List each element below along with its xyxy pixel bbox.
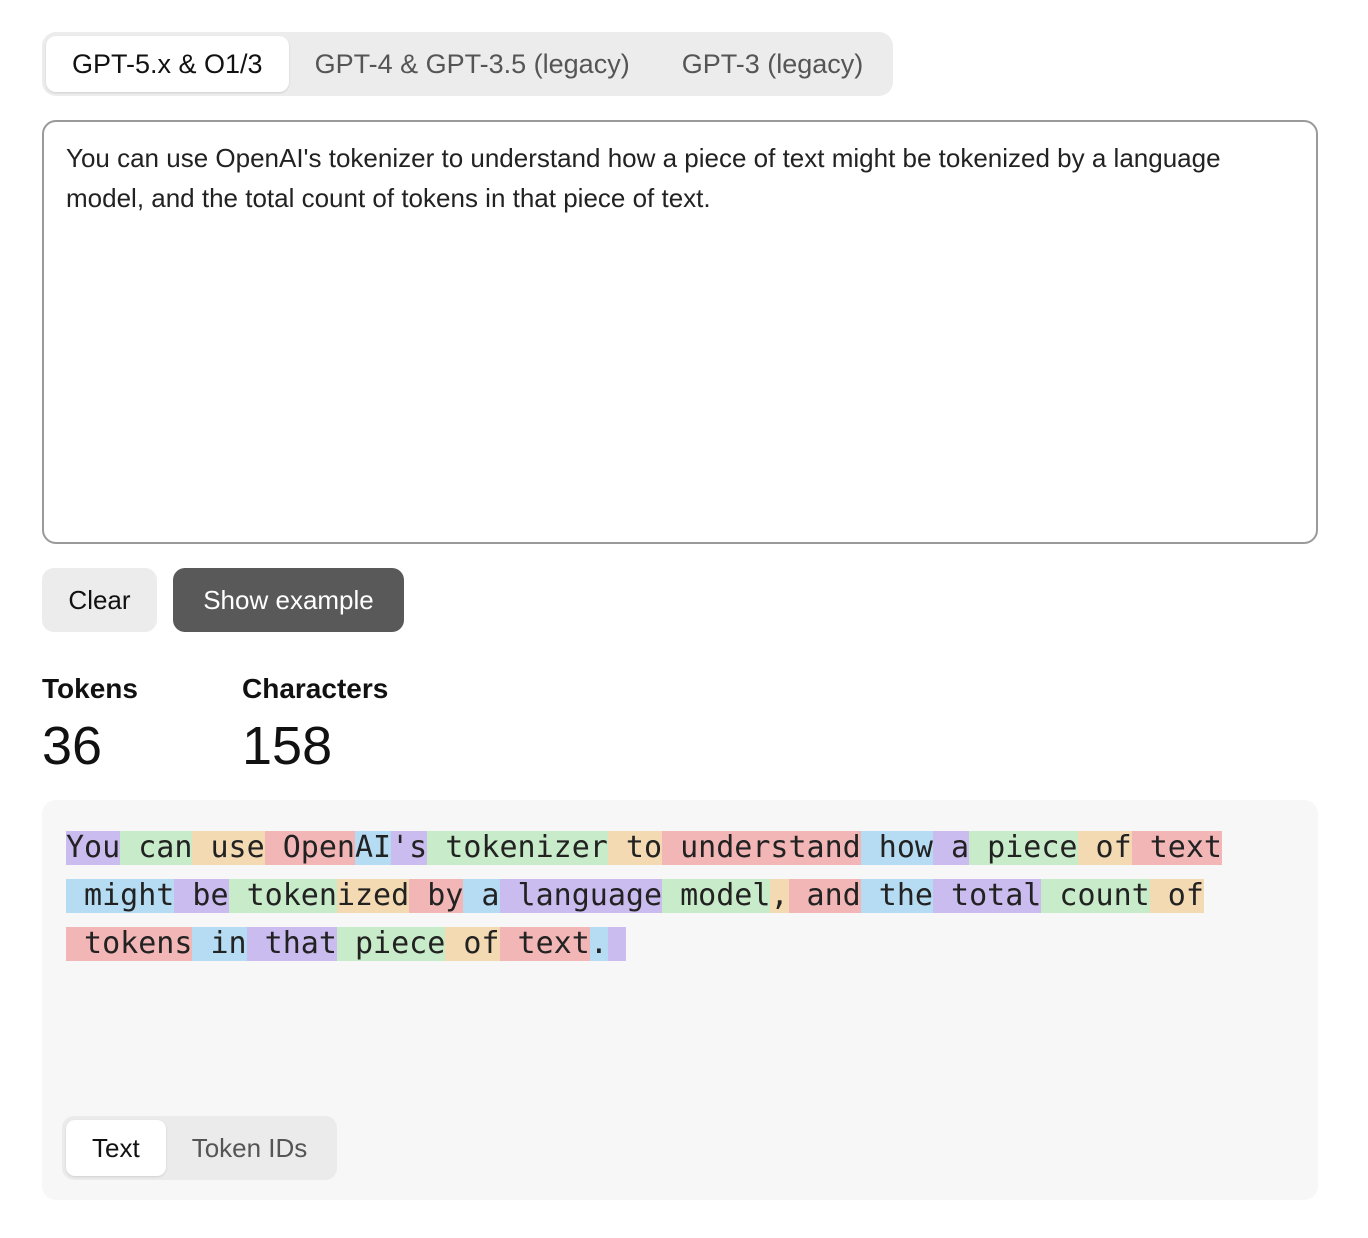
token: a [463, 878, 500, 913]
token: You [66, 830, 121, 865]
token: of [1077, 830, 1132, 865]
token: be [174, 878, 229, 913]
token: text [499, 926, 590, 961]
token: , [770, 878, 789, 913]
token: Open [264, 830, 355, 865]
token: the [860, 878, 933, 913]
show-example-button[interactable]: Show example [173, 568, 404, 632]
token: 's [391, 830, 428, 865]
tokens-count: 36 [42, 716, 103, 776]
tab-gpt3-legacy[interactable]: GPT-3 (legacy) [656, 36, 890, 92]
text-input[interactable]: You can use OpenAI's tokenizer to unders… [42, 120, 1318, 544]
token-line: tokens in that piece of text. [66, 920, 1266, 968]
characters-label: Characters [242, 673, 389, 704]
tokens-label: Tokens [42, 673, 138, 704]
token: AI [355, 830, 392, 865]
token: how [860, 830, 933, 865]
token: tokenizer [427, 830, 608, 865]
token [607, 927, 626, 961]
token: model [662, 878, 771, 913]
tab-token-ids[interactable]: Token IDs [166, 1120, 334, 1176]
token: use [192, 830, 265, 865]
token: in [192, 926, 247, 961]
token: token [228, 878, 337, 913]
token: language [499, 878, 663, 913]
tab-text[interactable]: Text [66, 1120, 166, 1176]
token: and [788, 878, 861, 913]
token: . [589, 926, 608, 961]
token: that [246, 926, 337, 961]
model-selector-tabs: GPT-5.x & O1/3 GPT-4 & GPT-3.5 (legacy) … [42, 32, 894, 96]
tab-gpt4-gpt35-legacy[interactable]: GPT-4 & GPT-3.5 (legacy) [289, 36, 656, 92]
token: by [409, 878, 464, 913]
token: might [66, 878, 175, 913]
token-line: You can use OpenAI's tokenizer to unders… [66, 824, 1266, 872]
clear-button[interactable]: Clear [42, 568, 157, 632]
tokens-stat: Tokens 36 [42, 672, 138, 778]
token: of [445, 926, 500, 961]
token: piece [336, 926, 446, 961]
token: a [933, 830, 970, 865]
characters-count: 158 [242, 716, 333, 776]
token: tokens [66, 926, 193, 961]
output-view-tabs: Text Token IDs [62, 1116, 338, 1180]
token: ized [336, 878, 410, 913]
tokenized-text: You can use OpenAI's tokenizer to unders… [66, 824, 1266, 968]
characters-stat: Characters 158 [242, 672, 388, 778]
token: text [1131, 830, 1222, 865]
token: of [1149, 878, 1204, 913]
token-line: might be tokenized by a language model, … [66, 872, 1266, 920]
token: to [607, 830, 663, 865]
token: understand [662, 830, 861, 865]
token: count [1041, 878, 1150, 913]
tab-gpt5-o1-o3[interactable]: GPT-5.x & O1/3 [46, 36, 289, 92]
tokenized-output-panel: You can use OpenAI's tokenizer to unders… [42, 800, 1318, 1200]
token: piece [969, 830, 1078, 865]
token: total [933, 878, 1042, 913]
token: can [120, 830, 193, 865]
